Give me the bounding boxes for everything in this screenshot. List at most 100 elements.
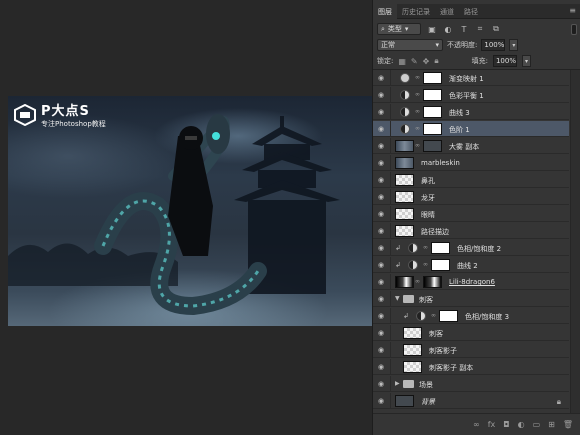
fill-field[interactable]: 100% <box>492 55 517 67</box>
layer-row[interactable]: ◉ ∞ Lili-8dragon6 <box>373 274 569 290</box>
artwork-canvas[interactable]: P大点S 专注Photoshop教程 <box>8 96 372 326</box>
filter-adjustment-icon[interactable]: ◐ <box>443 24 453 34</box>
filter-type-icon[interactable]: T <box>459 24 469 34</box>
layer-row[interactable]: ◉ 刺客影子 <box>373 342 569 358</box>
layer-thumbnail[interactable] <box>395 208 414 220</box>
layer-row[interactable]: ◉ ∞ 大雾 副本 <box>373 138 569 154</box>
filter-toggle-switch[interactable] <box>571 23 577 35</box>
panel-menu-icon[interactable]: ≡ <box>564 4 580 18</box>
visibility-eye-icon[interactable]: ◉ <box>378 363 387 371</box>
filter-pixel-icon[interactable]: ▣ <box>427 24 437 34</box>
layer-mask-thumbnail[interactable] <box>431 242 450 254</box>
visibility-eye-icon[interactable]: ◉ <box>378 295 387 303</box>
layer-mask-thumbnail[interactable] <box>423 72 442 84</box>
visibility-eye-icon[interactable]: ◉ <box>378 142 387 150</box>
visibility-eye-icon[interactable]: ◉ <box>378 108 387 116</box>
document-canvas-area[interactable]: P大点S 专注Photoshop教程 <box>0 0 372 435</box>
blend-mode-select[interactable]: 正常 ▾ <box>377 39 443 51</box>
tab-layers[interactable]: 图层 <box>373 4 397 19</box>
layer-thumbnail[interactable] <box>403 327 422 339</box>
layer-mask-thumbnail[interactable] <box>423 106 442 118</box>
chain-link-icon[interactable]: ∞ <box>415 74 420 81</box>
layer-thumbnail[interactable] <box>395 140 414 152</box>
visibility-eye-icon[interactable]: ◉ <box>378 91 387 99</box>
lock-pixels-icon[interactable]: ✎ <box>411 57 418 66</box>
visibility-eye-icon[interactable]: ◉ <box>378 227 387 235</box>
filter-kind-select[interactable]: ⌕ 类型 ▾ <box>377 23 421 35</box>
visibility-eye-icon[interactable]: ◉ <box>378 210 387 218</box>
chain-link-icon[interactable]: ∞ <box>415 278 420 285</box>
visibility-eye-icon[interactable]: ◉ <box>378 397 387 405</box>
layer-row[interactable]: ◉ ↲ ∞ 曲线 2 <box>373 257 569 273</box>
chain-link-icon[interactable]: ∞ <box>415 91 420 98</box>
link-layers-icon[interactable]: ∞ <box>473 420 480 429</box>
opacity-dropdown-button[interactable]: ▾ <box>509 39 519 51</box>
chain-link-icon[interactable]: ∞ <box>415 125 420 132</box>
visibility-eye-icon[interactable]: ◉ <box>378 244 387 252</box>
fill-dropdown-button[interactable]: ▾ <box>521 55 531 67</box>
visibility-eye-icon[interactable]: ◉ <box>378 261 387 269</box>
visibility-eye-icon[interactable]: ◉ <box>378 176 387 184</box>
visibility-eye-icon[interactable]: ◉ <box>378 380 387 388</box>
filter-shape-icon[interactable]: ⌗ <box>475 24 485 34</box>
chain-link-icon[interactable]: ∞ <box>423 244 428 251</box>
add-mask-icon[interactable]: ◘ <box>503 420 509 429</box>
layer-mask-thumbnail[interactable] <box>423 276 442 288</box>
layer-thumbnail[interactable] <box>395 174 414 186</box>
layer-thumbnail[interactable] <box>395 395 414 407</box>
visibility-eye-icon[interactable]: ◉ <box>378 125 387 133</box>
visibility-eye-icon[interactable]: ◉ <box>378 312 387 320</box>
layer-row-background[interactable]: ◉ 背景 🔒︎ <box>373 393 569 409</box>
layer-row[interactable]: ◉ ∞ 曲线 3 <box>373 104 569 120</box>
layer-row[interactable]: ◉ 刺客 <box>373 325 569 341</box>
layer-row[interactable]: ◉ ↲ ∞ 色相/饱和度 3 <box>373 308 569 324</box>
trash-icon[interactable]: 🗑︎ <box>563 420 573 429</box>
chain-link-icon[interactable]: ∞ <box>431 312 436 319</box>
layer-row[interactable]: ◉ 眼睛 <box>373 206 569 222</box>
new-adjustment-icon[interactable]: ◐ <box>518 420 525 429</box>
layer-thumbnail[interactable] <box>395 276 414 288</box>
chain-link-icon[interactable]: ∞ <box>423 261 428 268</box>
tab-paths[interactable]: 路径 <box>459 4 483 19</box>
visibility-eye-icon[interactable]: ◉ <box>378 346 387 354</box>
opacity-field[interactable]: 100% <box>481 39 506 51</box>
layer-group-row[interactable]: ◉ ▼ 刺客 <box>373 291 569 307</box>
tab-history[interactable]: 历史记录 <box>397 4 435 19</box>
layer-mask-thumbnail[interactable] <box>423 123 442 135</box>
layer-thumbnail[interactable] <box>395 225 414 237</box>
layer-thumbnail[interactable] <box>403 344 422 356</box>
lock-transparent-icon[interactable]: ▦ <box>398 57 406 66</box>
visibility-eye-icon[interactable]: ◉ <box>378 74 387 82</box>
layer-mask-thumbnail[interactable] <box>439 310 458 322</box>
layer-group-row[interactable]: ◉ ▶ 场景 <box>373 376 569 392</box>
tab-channels[interactable]: 通道 <box>435 4 459 19</box>
layer-row[interactable]: ◉ ∞ 渐变映射 1 <box>373 70 569 86</box>
layer-thumbnail[interactable] <box>395 157 414 169</box>
new-group-icon[interactable]: ▭ <box>533 420 541 429</box>
chain-link-icon[interactable]: ∞ <box>415 142 420 149</box>
visibility-eye-icon[interactable]: ◉ <box>378 329 387 337</box>
layer-row-selected[interactable]: ◉ ∞ 色阶 1 <box>373 121 569 137</box>
visibility-eye-icon[interactable]: ◉ <box>378 278 387 286</box>
layer-mask-thumbnail[interactable] <box>431 259 450 271</box>
layer-row[interactable]: ◉ ↲ ∞ 色相/饱和度 2 <box>373 240 569 256</box>
layer-mask-thumbnail[interactable] <box>423 140 442 152</box>
new-layer-icon[interactable]: ⊞ <box>548 420 555 429</box>
layer-row[interactable]: ◉ 刺客影子 副本 <box>373 359 569 375</box>
layers-scrollbar[interactable] <box>570 70 580 413</box>
layer-row[interactable]: ◉ 路径描边 <box>373 223 569 239</box>
chain-link-icon[interactable]: ∞ <box>415 108 420 115</box>
layer-row[interactable]: ◉ ∞ 色彩平衡 1 <box>373 87 569 103</box>
layer-row[interactable]: ◉ 龙牙 <box>373 189 569 205</box>
layer-row[interactable]: ◉ marbleskin <box>373 155 569 171</box>
layer-thumbnail[interactable] <box>403 361 422 373</box>
chevron-right-icon[interactable]: ▶ <box>395 380 400 387</box>
lock-position-icon[interactable]: ✥ <box>423 57 430 66</box>
layer-thumbnail[interactable] <box>395 191 414 203</box>
layer-row[interactable]: ◉ 鼻孔 <box>373 172 569 188</box>
visibility-eye-icon[interactable]: ◉ <box>378 193 387 201</box>
visibility-eye-icon[interactable]: ◉ <box>378 159 387 167</box>
layer-style-icon[interactable]: fx <box>488 420 496 429</box>
lock-all-icon[interactable]: 🔒︎ <box>434 56 438 66</box>
filter-smart-object-icon[interactable]: ⧉ <box>491 24 501 34</box>
